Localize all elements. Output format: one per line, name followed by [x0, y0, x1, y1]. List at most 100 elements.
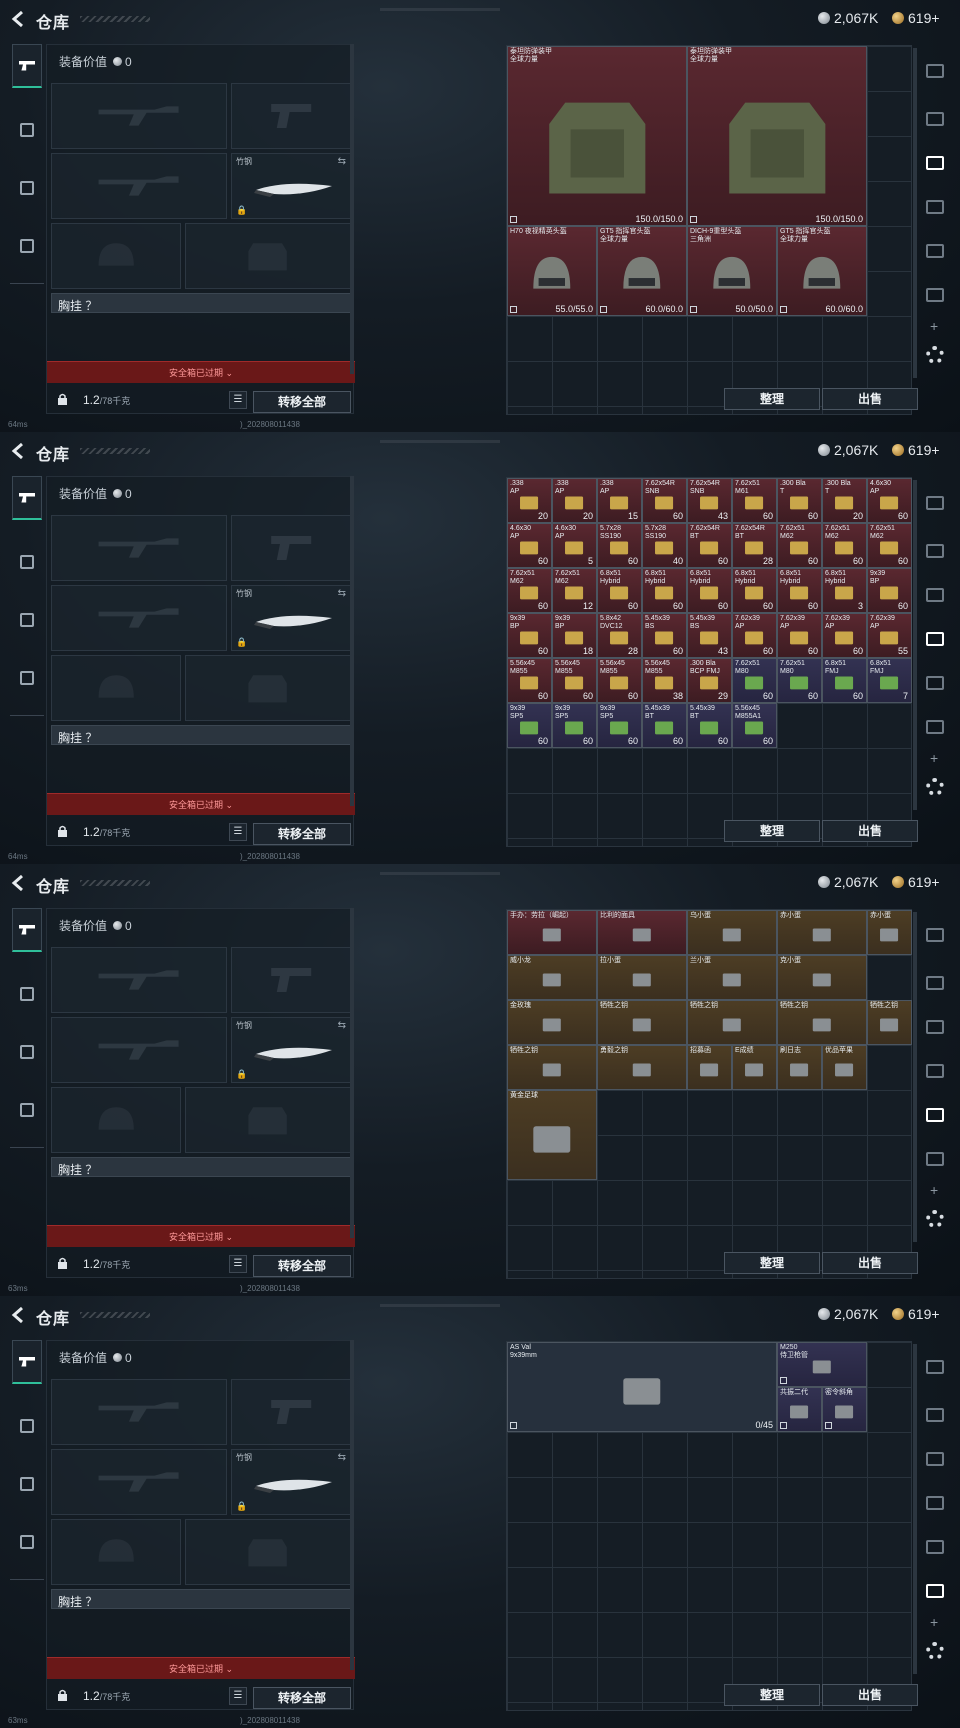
- stash-item[interactable]: M250 侍卫枪管: [777, 1342, 867, 1387]
- back-icon[interactable]: [10, 1306, 28, 1324]
- tab-backpack[interactable]: [12, 598, 42, 642]
- tab-backpack[interactable]: [12, 166, 42, 210]
- sort-button[interactable]: 整理: [724, 820, 820, 842]
- tab-stash-1[interactable]: [922, 1354, 948, 1380]
- loadout-scrollbar[interactable]: [350, 908, 354, 1238]
- tab-stash-4[interactable]: [922, 194, 948, 220]
- secondary-weapon-slot[interactable]: [51, 1017, 227, 1083]
- stash-item[interactable]: 7.62x54R SNB 43: [687, 478, 732, 523]
- stash-item[interactable]: 招募函: [687, 1045, 732, 1090]
- stash-item[interactable]: 6.8x51 FMJ 60: [822, 658, 867, 703]
- primary-weapon-slot[interactable]: [51, 515, 227, 581]
- sort-button[interactable]: 整理: [724, 388, 820, 410]
- stash-item[interactable]: 手办：劳拉（崛起）: [507, 910, 597, 955]
- primary-weapon-slot[interactable]: [51, 947, 227, 1013]
- tab-weapons[interactable]: [12, 908, 42, 952]
- back-icon[interactable]: [10, 10, 28, 28]
- list-icon[interactable]: ☰: [229, 391, 247, 409]
- secondary-weapon-slot[interactable]: [51, 585, 227, 651]
- stash-item[interactable]: 7.62x51 M80 60: [777, 658, 822, 703]
- stash-item[interactable]: 7.62x39 AP 60: [777, 613, 822, 658]
- helmet-slot[interactable]: [51, 223, 181, 289]
- plus-icon[interactable]: +: [930, 1182, 938, 1198]
- stash-scrollbar[interactable]: [913, 1344, 917, 1674]
- stash-item[interactable]: 金玫瑰: [507, 1000, 597, 1045]
- stash-scrollbar[interactable]: [913, 480, 917, 810]
- chest-rig-row[interactable]: 胸挂 ？: [51, 1157, 351, 1177]
- stash-item[interactable]: 拉小蛋: [597, 955, 687, 1000]
- tab-case[interactable]: [12, 1520, 42, 1564]
- pistol-slot[interactable]: [231, 83, 351, 149]
- stash-item[interactable]: 4.6x30 AP 60: [867, 478, 912, 523]
- stash-item[interactable]: 牺牲之钥: [867, 1000, 912, 1045]
- safe-box-expired-banner[interactable]: 安全箱已过期 ⌄: [47, 1225, 355, 1247]
- transfer-all-button[interactable]: 转移全部: [253, 823, 351, 845]
- tab-stash-3[interactable]: [922, 582, 948, 608]
- plus-icon[interactable]: +: [930, 1614, 938, 1630]
- tab-stash-1[interactable]: [922, 58, 948, 84]
- armor-slot[interactable]: [185, 1087, 351, 1153]
- loadout-scrollbar[interactable]: [350, 1340, 354, 1670]
- gold-currency[interactable]: 619+: [892, 10, 940, 26]
- stash-item[interactable]: 5.56x45 M855 38: [642, 658, 687, 703]
- stash-item[interactable]: 赤小蛋: [777, 910, 867, 955]
- stash-item[interactable]: 6.8x51 FMJ 7: [867, 658, 912, 703]
- swap-icon[interactable]: ⇆: [338, 588, 346, 599]
- sort-button[interactable]: 整理: [724, 1252, 820, 1274]
- stash-item[interactable]: 7.62x39 AP 55: [867, 613, 912, 658]
- secondary-weapon-slot[interactable]: [51, 153, 227, 219]
- tab-case[interactable]: [12, 1088, 42, 1132]
- transfer-all-button[interactable]: 转移全部: [253, 1687, 351, 1709]
- stash-item[interactable]: 7.62x51 M62 60: [822, 523, 867, 568]
- safe-box-expired-banner[interactable]: 安全箱已过期 ⌄: [47, 361, 355, 383]
- stash-item[interactable]: 泰坦防弹装甲 全球力量 150.0/150.0: [507, 46, 687, 226]
- stash-item[interactable]: AS Val 9x39mm 0/45: [507, 1342, 777, 1432]
- tab-case[interactable]: [12, 656, 42, 700]
- safe-box-expired-banner[interactable]: 安全箱已过期 ⌄: [47, 1657, 355, 1679]
- stash-item[interactable]: 6.8x51 Hybrid 60: [642, 568, 687, 613]
- stash-item[interactable]: 勇毅之钥: [597, 1045, 687, 1090]
- stash-item[interactable]: 乌小蛋: [687, 910, 777, 955]
- tab-backpack[interactable]: [12, 1462, 42, 1506]
- pistol-slot[interactable]: [231, 1379, 351, 1445]
- stash-item[interactable]: 密令斜角: [822, 1387, 867, 1432]
- stash-item[interactable]: DICH-9重型头盔 三角洲 50.0/50.0: [687, 226, 777, 316]
- stash-item[interactable]: 克小蛋: [777, 955, 867, 1000]
- tab-stash-2[interactable]: [922, 1402, 948, 1428]
- stash-item[interactable]: .300 Bla T 20: [822, 478, 867, 523]
- stash-item[interactable]: 5.56x45 M855 60: [552, 658, 597, 703]
- stash-item[interactable]: 刷日志: [777, 1045, 822, 1090]
- stash-item[interactable]: 6.8x51 Hybrid 60: [597, 568, 642, 613]
- tab-armor[interactable]: [12, 108, 42, 152]
- stash-item[interactable]: H70 夜视精英头盔 55.0/55.0: [507, 226, 597, 316]
- chest-rig-row[interactable]: 胸挂 ？: [51, 725, 351, 745]
- tab-stash-2[interactable]: [922, 970, 948, 996]
- stash-item[interactable]: 6.8x51 Hybrid 60: [687, 568, 732, 613]
- stash-item[interactable]: GT5 指挥官头盔 全球力量 60.0/60.0: [777, 226, 867, 316]
- tab-stash-2[interactable]: [922, 538, 948, 564]
- stash-item[interactable]: 7.62x54R BT 60: [687, 523, 732, 568]
- back-icon[interactable]: [10, 442, 28, 460]
- stash-scrollbar[interactable]: [913, 48, 917, 378]
- stash-item[interactable]: 5.56x45 M855A1 60: [732, 703, 777, 748]
- plus-icon[interactable]: +: [930, 750, 938, 766]
- gear-icon[interactable]: [926, 1210, 944, 1228]
- helmet-slot[interactable]: [51, 1087, 181, 1153]
- plus-icon[interactable]: +: [930, 318, 938, 334]
- stash-item[interactable]: 7.62x51 M62 60: [777, 523, 822, 568]
- stash-item[interactable]: .300 Bla BCP FMJ 29: [687, 658, 732, 703]
- primary-weapon-slot[interactable]: [51, 83, 227, 149]
- stash-item[interactable]: 9x39 BP 60: [507, 613, 552, 658]
- stash-item[interactable]: 7.62x51 M80 60: [732, 658, 777, 703]
- sell-button[interactable]: 出售: [822, 1684, 918, 1706]
- helmet-slot[interactable]: [51, 655, 181, 721]
- stash-item[interactable]: 牺牲之钥: [687, 1000, 777, 1045]
- gear-icon[interactable]: [926, 778, 944, 796]
- tab-weapons[interactable]: [12, 1340, 42, 1384]
- gold-currency[interactable]: 619+: [892, 874, 940, 890]
- armor-slot[interactable]: [185, 655, 351, 721]
- stash-item[interactable]: 7.62x51 M62 12: [552, 568, 597, 613]
- stash-item[interactable]: 5.8x42 DVC12 28: [597, 613, 642, 658]
- chest-rig-row[interactable]: 胸挂 ？: [51, 1589, 351, 1609]
- loadout-scrollbar[interactable]: [350, 476, 354, 806]
